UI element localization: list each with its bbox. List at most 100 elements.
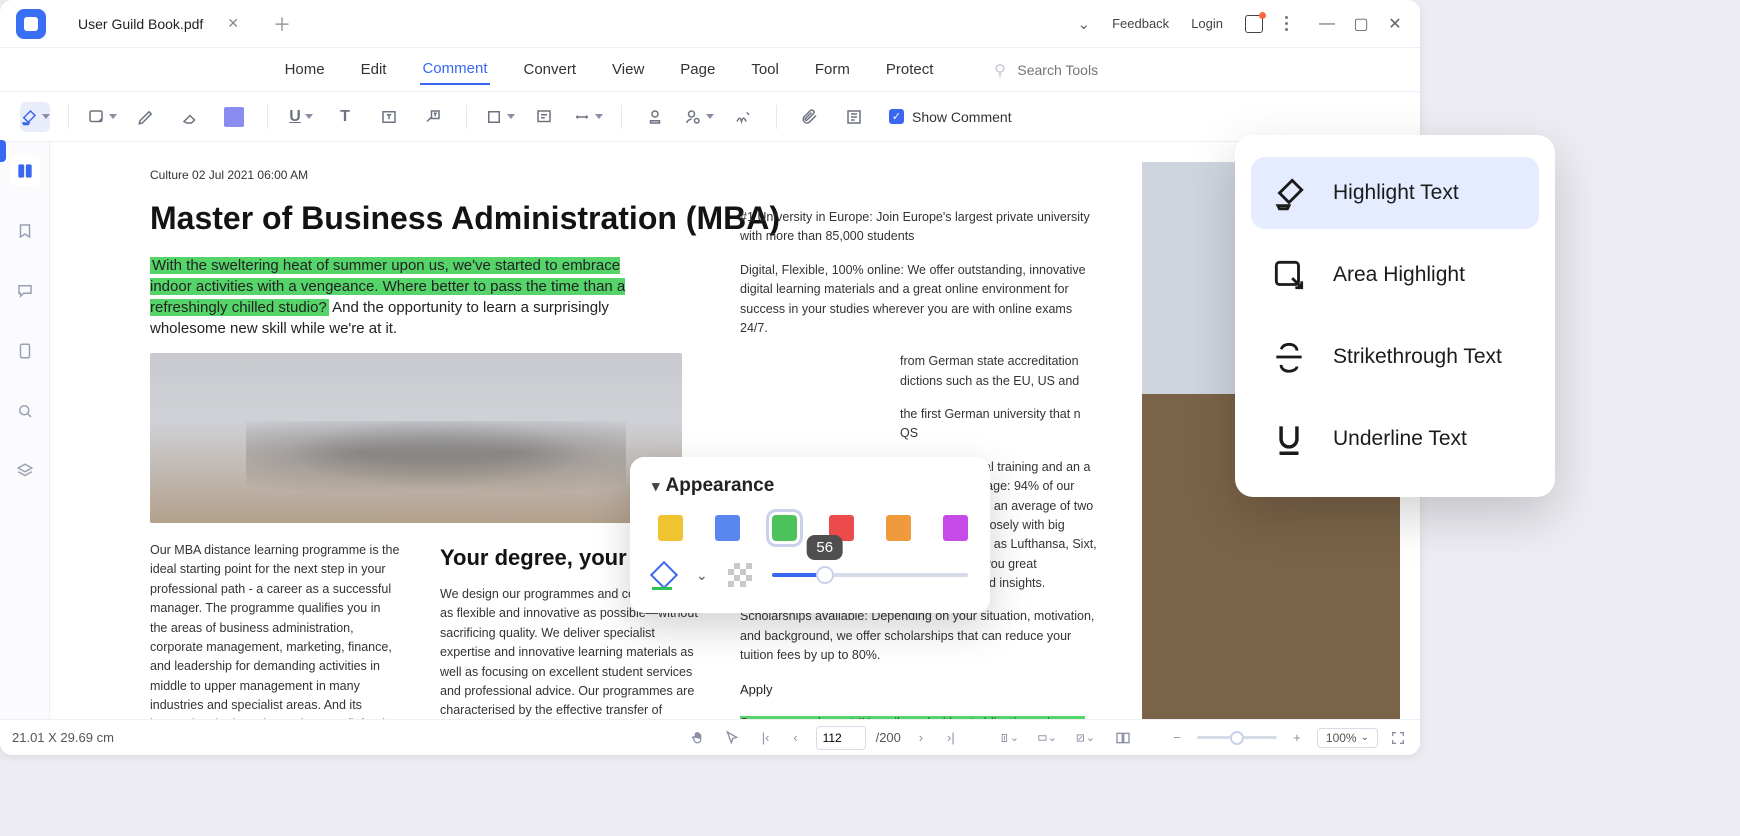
- fit-percent-icon[interactable]: ⌄: [1075, 728, 1095, 748]
- show-comment-toggle[interactable]: Show Comment: [889, 109, 1012, 125]
- prev-page-icon[interactable]: ‹: [786, 728, 806, 748]
- transparency-icon[interactable]: [728, 563, 752, 587]
- attachments-icon[interactable]: [10, 336, 40, 366]
- pencil-tool[interactable]: [131, 102, 161, 132]
- page-content: Culture 02 Jul 2021 06:00 AM Master of B…: [100, 152, 1400, 719]
- search-tools: [991, 61, 1137, 79]
- stamp-user-tool[interactable]: [684, 102, 714, 132]
- appearance-popover: Appearance ⌄ 56: [630, 457, 990, 613]
- sidebar: [0, 142, 50, 719]
- menu-comment[interactable]: Comment: [420, 54, 489, 85]
- highlight-text-icon: [1269, 173, 1309, 213]
- menu-highlight-text[interactable]: Highlight Text: [1251, 157, 1539, 229]
- titlebar-right: ⌄ Feedback Login — ▢ ✕: [1078, 13, 1412, 35]
- signature-tool[interactable]: [728, 102, 758, 132]
- thumbnails-icon[interactable]: [10, 156, 40, 186]
- page-total: /200: [876, 730, 901, 745]
- next-page-icon[interactable]: ›: [911, 728, 931, 748]
- column-1: Our MBA distance learning programme is t…: [150, 541, 400, 719]
- apply-label: Apply: [740, 680, 1100, 700]
- appearance-title[interactable]: Appearance: [652, 475, 968, 497]
- slider-thumb[interactable]: [816, 566, 834, 584]
- textbox-tool[interactable]: [374, 102, 404, 132]
- note-tool[interactable]: [529, 102, 559, 132]
- minimize-button[interactable]: —: [1316, 13, 1338, 35]
- comments-icon[interactable]: [10, 276, 40, 306]
- chevron-down-icon[interactable]: ⌄: [1078, 15, 1091, 33]
- page-dimensions: 21.01 X 29.69 cm: [12, 730, 114, 745]
- first-page-icon[interactable]: |‹: [756, 728, 776, 748]
- document-tab[interactable]: User Guild Book.pdf ✕: [64, 8, 253, 40]
- bookmark-icon[interactable]: [10, 216, 40, 246]
- menu-underline-text[interactable]: Underline Text: [1251, 403, 1539, 475]
- highlight-tool[interactable]: [20, 102, 50, 132]
- close-window-button[interactable]: ✕: [1384, 13, 1406, 35]
- doc-lead: With the sweltering heat of summer upon …: [150, 255, 660, 339]
- more-icon[interactable]: [1285, 16, 1288, 31]
- shape-tool[interactable]: [485, 102, 515, 132]
- underline-tool[interactable]: U: [286, 102, 316, 132]
- eraser-tool[interactable]: [175, 102, 205, 132]
- select-tool-icon[interactable]: [722, 728, 742, 748]
- appearance-row2: ⌄ 56: [652, 563, 968, 587]
- tab-title: User Guild Book.pdf: [78, 16, 203, 32]
- search-input[interactable]: [1017, 62, 1137, 78]
- attachment-tool[interactable]: [795, 102, 825, 132]
- menu-protect[interactable]: Protect: [884, 55, 936, 84]
- menu-home[interactable]: Home: [283, 55, 327, 84]
- opacity-slider[interactable]: 56: [772, 573, 968, 577]
- page-input[interactable]: [816, 726, 866, 750]
- side-tab-indicator[interactable]: [0, 140, 6, 162]
- color-purple[interactable]: [943, 515, 968, 541]
- fullscreen-icon[interactable]: [1388, 728, 1408, 748]
- close-tab-icon[interactable]: ✕: [227, 15, 239, 32]
- app-logo: [16, 9, 46, 39]
- last-page-icon[interactable]: ›|: [941, 728, 961, 748]
- article-image: [150, 353, 682, 523]
- highlighted-text-2[interactable]: Secure your place at IU easily and witho…: [740, 716, 1095, 719]
- stamp-tool[interactable]: [640, 102, 670, 132]
- menu-area-highlight[interactable]: Area Highlight: [1251, 239, 1539, 311]
- fit-height-icon[interactable]: ⌄: [999, 728, 1019, 748]
- zoom-in-icon[interactable]: +: [1287, 728, 1307, 748]
- comment-panel-tool[interactable]: [839, 102, 869, 132]
- sticky-note-tool[interactable]: [87, 102, 117, 132]
- color-yellow[interactable]: [658, 515, 683, 541]
- login-link[interactable]: Login: [1191, 16, 1223, 31]
- document-stage[interactable]: Culture 02 Jul 2021 06:00 AM Master of B…: [50, 142, 1420, 719]
- menu-strikethrough[interactable]: Strikethrough Text: [1251, 321, 1539, 393]
- share-icon[interactable]: [1245, 15, 1263, 33]
- add-tab-button[interactable]: ＋: [273, 11, 291, 37]
- color-orange[interactable]: [886, 515, 911, 541]
- feedback-link[interactable]: Feedback: [1112, 16, 1169, 31]
- menu-view[interactable]: View: [610, 55, 646, 84]
- menu-form[interactable]: Form: [813, 55, 852, 84]
- hand-tool-icon[interactable]: [688, 728, 708, 748]
- menu-convert[interactable]: Convert: [522, 55, 579, 84]
- zoom-slider[interactable]: [1197, 736, 1277, 739]
- window-buttons: — ▢ ✕: [1316, 13, 1406, 35]
- menu-tool[interactable]: Tool: [749, 55, 781, 84]
- zoom-out-icon[interactable]: −: [1167, 728, 1187, 748]
- zoom-value[interactable]: 100% ⌄: [1317, 728, 1378, 748]
- fit-width-icon[interactable]: ⌄: [1037, 728, 1057, 748]
- show-comment-label: Show Comment: [912, 109, 1012, 125]
- two-page-icon[interactable]: [1113, 728, 1133, 748]
- chevron-down-icon[interactable]: ⌄: [696, 567, 708, 584]
- search-icon[interactable]: [10, 396, 40, 426]
- bulb-icon: [991, 61, 1009, 79]
- layers-icon[interactable]: [10, 456, 40, 486]
- statusbar: 21.01 X 29.69 cm |‹ ‹ /200 › ›| ⌄ ⌄ ⌄ − …: [0, 719, 1420, 755]
- color-blue[interactable]: [715, 515, 740, 541]
- underline-icon: [1269, 419, 1309, 459]
- menu-edit[interactable]: Edit: [359, 55, 389, 84]
- menu-page[interactable]: Page: [678, 55, 717, 84]
- color-picker-tool[interactable]: [219, 102, 249, 132]
- callout-tool[interactable]: [418, 102, 448, 132]
- text-tool[interactable]: T: [330, 102, 360, 132]
- maximize-button[interactable]: ▢: [1350, 13, 1372, 35]
- measure-tool[interactable]: [573, 102, 603, 132]
- color-green[interactable]: [772, 515, 797, 541]
- page-navigation: |‹ ‹ /200 › ›|: [756, 726, 961, 750]
- fill-color-icon[interactable]: [652, 563, 676, 587]
